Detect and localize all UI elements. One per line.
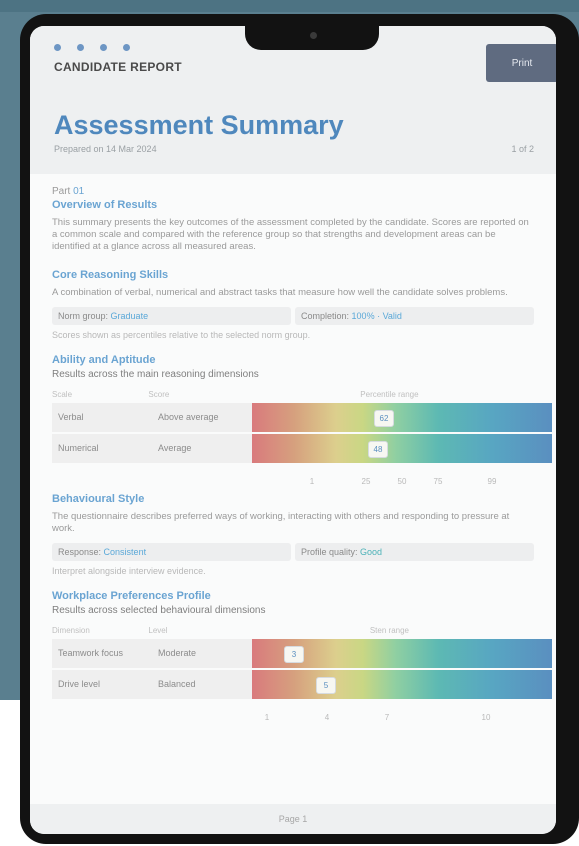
score-marker[interactable]: 3: [284, 646, 304, 663]
column-header: Score: [148, 390, 170, 399]
reasoning-section: Core Reasoning Skills A combination of v…: [52, 269, 534, 340]
column-header: Scale: [52, 390, 73, 399]
column-header: Percentile range: [360, 390, 419, 399]
reasoning-paragraph: A combination of verbal, numerical and a…: [52, 287, 508, 298]
ability-column-headers: Scale Score Percentile range: [52, 390, 534, 399]
behaviour-fields: Response: Consistent Profile quality: Go…: [52, 543, 534, 561]
column-header: Dimension: [52, 626, 90, 635]
reasoning-title: Core Reasoning Skills: [52, 269, 169, 281]
ability-table: Verbal Above average 62 Numerical Averag…: [52, 403, 552, 465]
sten-gradient-bar: 3: [252, 639, 552, 670]
window-dots: [54, 44, 130, 51]
axis-tick: 50: [397, 477, 407, 486]
axis-tick: 25: [361, 477, 371, 486]
overview-kicker: Part: [52, 186, 71, 197]
table-cell-scale: Drive level: [52, 670, 152, 701]
table-cell-score: Above average: [152, 403, 252, 434]
preferences-title: Workplace Preferences Profile: [52, 590, 211, 602]
axis-tick: 75: [433, 477, 443, 486]
column-header: Sten range: [369, 626, 409, 635]
page-indicator: 1 of 2: [511, 144, 534, 154]
preferences-subtitle: Results across selected behavioural dime…: [52, 605, 266, 616]
ability-axis: 1 25 50 75 99: [252, 465, 552, 487]
norm-group-field[interactable]: Norm group: Graduate: [52, 307, 291, 325]
score-gradient-bar: 62: [252, 403, 552, 434]
behaviour-section: Behavioural Style The questionnaire desc…: [52, 493, 534, 576]
ability-subtitle: Results across the main reasoning dimens…: [52, 369, 259, 380]
reasoning-note: Scores shown as percentiles relative to …: [52, 330, 311, 340]
report-kicker: CANDIDATE REPORT: [54, 60, 182, 74]
response-field[interactable]: Response: Consistent: [52, 543, 291, 561]
camera-icon: [310, 32, 317, 39]
dot-icon: [77, 44, 84, 51]
reasoning-fields: Norm group: Graduate Completion: 100% · …: [52, 307, 534, 325]
table-cell-score: Moderate: [152, 639, 252, 670]
report-date: Prepared on 14 Mar 2024: [54, 144, 157, 154]
table-cell-scale: Verbal: [52, 403, 152, 434]
behaviour-title: Behavioural Style: [52, 493, 145, 505]
axis-tick: 7: [384, 713, 390, 722]
behaviour-paragraph: The questionnaire describes preferred wa…: [52, 511, 510, 534]
dot-icon: [100, 44, 107, 51]
dot-icon: [123, 44, 130, 51]
completion-field[interactable]: Completion: 100% · Valid: [295, 307, 534, 325]
table-cell-scale: Teamwork focus: [52, 639, 152, 670]
background-top: [0, 0, 579, 12]
column-header: Level: [148, 626, 168, 635]
ability-title: Ability and Aptitude: [52, 354, 156, 366]
overview-section: Part 01 Overview of Results This summary…: [52, 186, 534, 253]
report-screen: CANDIDATE REPORT Print Assessment Summar…: [30, 26, 556, 834]
behaviour-note: Interpret alongside interview evidence.: [52, 566, 206, 576]
report-footer: Page 1: [30, 804, 556, 834]
overview-paragraph: This summary presents the key outcomes o…: [52, 217, 529, 252]
score-marker[interactable]: 62: [374, 410, 394, 427]
axis-tick: 4: [324, 713, 330, 722]
axis-tick: 1: [264, 713, 270, 722]
axis-tick: 1: [309, 477, 315, 486]
score-gradient-bar: 48: [252, 434, 552, 465]
preferences-table: Teamwork focus Moderate 3 Drive level Ba…: [52, 639, 552, 701]
score-marker[interactable]: 5: [316, 677, 336, 694]
axis-tick: 10: [481, 713, 491, 722]
score-marker[interactable]: 48: [368, 441, 388, 458]
preferences-section: Workplace Preferences Profile Results ac…: [52, 590, 552, 723]
table-cell-scale: Numerical: [52, 434, 152, 465]
axis-tick: 99: [487, 477, 497, 486]
page-title: Assessment Summary: [54, 110, 344, 140]
ability-section: Ability and Aptitude Results across the …: [52, 354, 552, 487]
overview-title: Overview of Results: [52, 199, 158, 211]
preferences-column-headers: Dimension Level Sten range: [52, 626, 534, 635]
print-button[interactable]: Print: [486, 44, 556, 82]
report-content: Part 01 Overview of Results This summary…: [52, 186, 552, 723]
dot-icon: [54, 44, 61, 51]
sten-gradient-bar: 5: [252, 670, 552, 701]
table-cell-score: Average: [152, 434, 252, 465]
preferences-axis: 1 4 7 10: [252, 701, 552, 723]
table-cell-score: Balanced: [152, 670, 252, 701]
overview-kicker-number: 01: [73, 186, 85, 197]
profile-quality-field[interactable]: Profile quality: Good: [295, 543, 534, 561]
